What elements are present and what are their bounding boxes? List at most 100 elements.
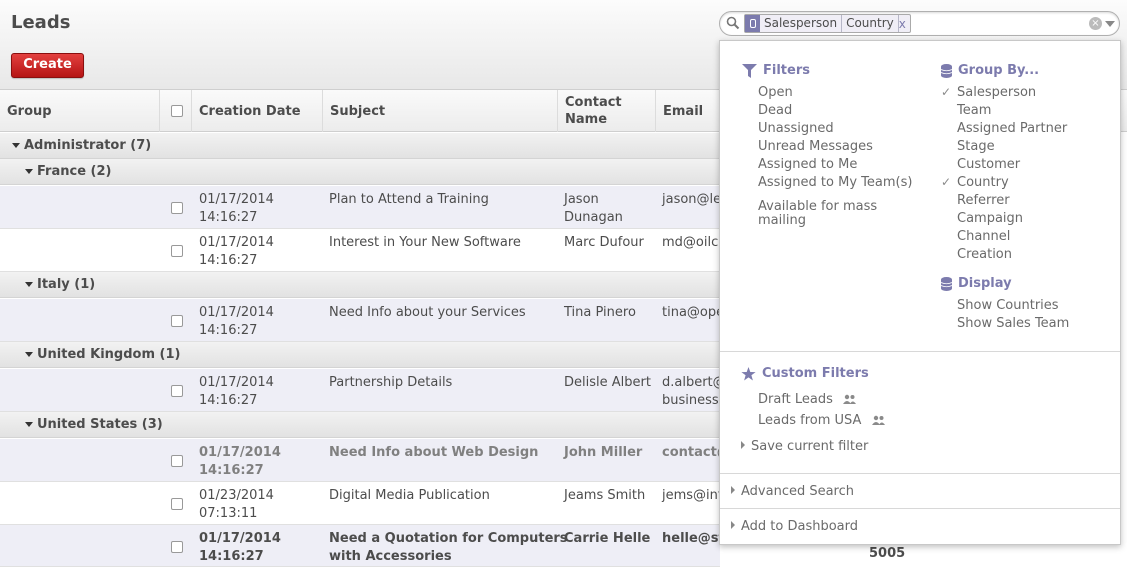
table-row[interactable]: 01/23/2014 07:13:11 Digital Media Publica… xyxy=(0,482,722,525)
shared-users-icon xyxy=(871,415,885,425)
contact-name-cell: John Miller xyxy=(564,445,643,460)
creation-date-cell: 01/23/2014 07:13:11 xyxy=(199,488,274,521)
groupby-team[interactable]: Team xyxy=(957,102,991,120)
table-row[interactable]: 01/17/2014 14:16:27 Plan to Attend a Trai… xyxy=(0,186,722,229)
checkmark-icon: ✓ xyxy=(941,85,952,99)
filter-unassigned[interactable]: Unassigned xyxy=(758,120,834,138)
display-show-countries[interactable]: Show Countries xyxy=(957,297,1059,315)
caret-right-icon xyxy=(731,521,735,529)
database-icon xyxy=(941,276,952,291)
filter-open[interactable]: Open xyxy=(758,84,793,102)
shared-users-icon xyxy=(843,394,857,404)
email-cell: helle@st xyxy=(662,531,725,546)
subject-cell: Plan to Attend a Training xyxy=(329,192,489,207)
filter-unread-messages[interactable]: Unread Messages xyxy=(758,138,873,156)
column-header-creation-date[interactable]: Creation Date xyxy=(192,90,323,132)
contact-name-cell: Jason Dunagan xyxy=(564,192,623,225)
database-icon xyxy=(941,63,952,78)
custom-filter-leads-from-usa[interactable]: Leads from USA xyxy=(758,412,885,430)
email-cell: md@oilco xyxy=(662,235,727,250)
filter-assigned-to-me[interactable]: Assigned to Me xyxy=(758,156,857,174)
collapse-triangle-icon xyxy=(25,352,33,357)
filter-dead[interactable]: Dead xyxy=(758,102,792,120)
row-checkbox[interactable] xyxy=(171,315,183,327)
groupby-country[interactable]: Country xyxy=(957,174,1009,192)
subject-cell: Need Info about Web Design xyxy=(329,445,539,460)
group-row-united-kingdom[interactable]: United Kingdom (1) xyxy=(0,342,720,368)
group-row-united-states[interactable]: United States (3) xyxy=(0,412,720,438)
search-dropdown-toggle-icon[interactable] xyxy=(1105,21,1115,27)
star-icon xyxy=(741,366,756,380)
contact-header-line2: Name xyxy=(565,112,608,127)
clear-search-icon[interactable]: × xyxy=(1089,17,1102,30)
divider xyxy=(720,508,1120,509)
groupby-stage[interactable]: Stage xyxy=(957,138,995,156)
row-checkbox[interactable] xyxy=(171,202,183,214)
subject-cell: Need a Quotation for Computers with Acces… xyxy=(329,531,568,564)
column-header-email[interactable]: Email xyxy=(656,90,720,132)
column-header-contact-name[interactable]: Contact Name xyxy=(558,90,656,132)
row-checkbox[interactable] xyxy=(171,541,183,553)
caret-right-icon xyxy=(731,486,735,494)
groupby-salesperson[interactable]: Salesperson xyxy=(957,84,1036,102)
contact-name-cell: Jeams Smith xyxy=(564,488,646,503)
search-bar[interactable]: Salesperson Country x × xyxy=(719,11,1120,36)
groupby-channel[interactable]: Channel xyxy=(957,228,1010,246)
trailing-cell-value: 5005 xyxy=(869,546,906,561)
row-checkbox[interactable] xyxy=(171,498,183,510)
add-to-dashboard-toggle[interactable]: Add to Dashboard xyxy=(731,518,858,536)
row-checkbox[interactable] xyxy=(171,455,183,467)
custom-filters-section-title: Custom Filters xyxy=(741,366,869,381)
groupby-customer[interactable]: Customer xyxy=(957,156,1020,174)
search-icon xyxy=(726,16,740,30)
group-row-france[interactable]: France (2) xyxy=(0,159,720,185)
creation-date-cell: 01/17/2014 14:16:27 xyxy=(199,192,274,225)
column-header-group[interactable]: Group xyxy=(0,90,160,132)
contact-name-cell: Tina Pinero xyxy=(564,305,636,320)
select-all-checkbox[interactable] xyxy=(171,105,183,117)
creation-date-cell: 01/17/2014 14:16:27 xyxy=(199,235,274,268)
groupby-section-title: Group By... xyxy=(941,63,1039,78)
table-row[interactable]: 01/17/2014 14:16:27 Need Info about Web D… xyxy=(0,439,730,482)
table-row[interactable]: 01/17/2014 14:16:27 Need Info about your … xyxy=(0,299,724,342)
divider xyxy=(720,473,1120,474)
advanced-search-toggle[interactable]: Advanced Search xyxy=(731,483,854,501)
table-row[interactable]: 01/17/2014 14:16:27 Interest in Your New … xyxy=(0,229,726,272)
collapse-triangle-icon xyxy=(12,143,20,148)
email-cell: d.albert@ business. xyxy=(662,375,726,408)
subject-cell: Partnership Details xyxy=(329,375,453,390)
contact-header-line1: Contact xyxy=(565,95,622,110)
groupby-facet[interactable]: Salesperson Country x xyxy=(744,14,911,33)
filter-assigned-to-my-teams[interactable]: Assigned to My Team(s) xyxy=(758,174,912,192)
save-current-filter-toggle[interactable]: Save current filter xyxy=(741,438,868,456)
facet-remove-icon[interactable]: x xyxy=(899,17,910,31)
filter-available-for-mass-mailing[interactable]: Available for mass mailing xyxy=(758,200,877,228)
groupby-assigned-partner[interactable]: Assigned Partner xyxy=(957,120,1067,138)
create-button[interactable]: Create xyxy=(11,53,84,78)
creation-date-cell: 01/17/2014 14:16:27 xyxy=(199,305,274,338)
table-row[interactable]: 01/17/2014 14:16:27 Partnership Details D… xyxy=(0,369,726,412)
email-cell: tina@ope xyxy=(662,305,725,320)
funnel-icon xyxy=(742,63,757,78)
groupby-campaign[interactable]: Campaign xyxy=(957,210,1023,228)
custom-filter-draft-leads[interactable]: Draft Leads xyxy=(758,391,857,409)
groupby-referrer[interactable]: Referrer xyxy=(957,192,1010,210)
email-cell: jason@le xyxy=(662,192,722,207)
creation-date-cell: 01/17/2014 14:16:27 xyxy=(199,375,274,408)
display-show-sales-team[interactable]: Show Sales Team xyxy=(957,315,1069,333)
groupby-facet-icon xyxy=(745,15,760,32)
creation-date-cell: 01/17/2014 14:16:27 xyxy=(199,445,281,478)
group-label: Italy (1) xyxy=(37,277,96,292)
caret-right-icon xyxy=(741,441,745,449)
row-checkbox[interactable] xyxy=(171,245,183,257)
collapse-triangle-icon xyxy=(25,282,33,287)
table-row[interactable]: 01/17/2014 14:16:27 Need a Quotation for … xyxy=(0,525,725,567)
search-options-dropdown: Filters Open Dead Unassigned Unread Mess… xyxy=(719,40,1121,545)
column-header-subject[interactable]: Subject xyxy=(323,90,558,132)
group-row-italy[interactable]: Italy (1) xyxy=(0,272,720,298)
facet-value-salesperson: Salesperson xyxy=(760,15,843,32)
collapse-triangle-icon xyxy=(25,169,33,174)
row-checkbox[interactable] xyxy=(171,385,183,397)
group-row-administrator[interactable]: Administrator (7) xyxy=(0,133,720,159)
groupby-creation[interactable]: Creation xyxy=(957,246,1012,264)
